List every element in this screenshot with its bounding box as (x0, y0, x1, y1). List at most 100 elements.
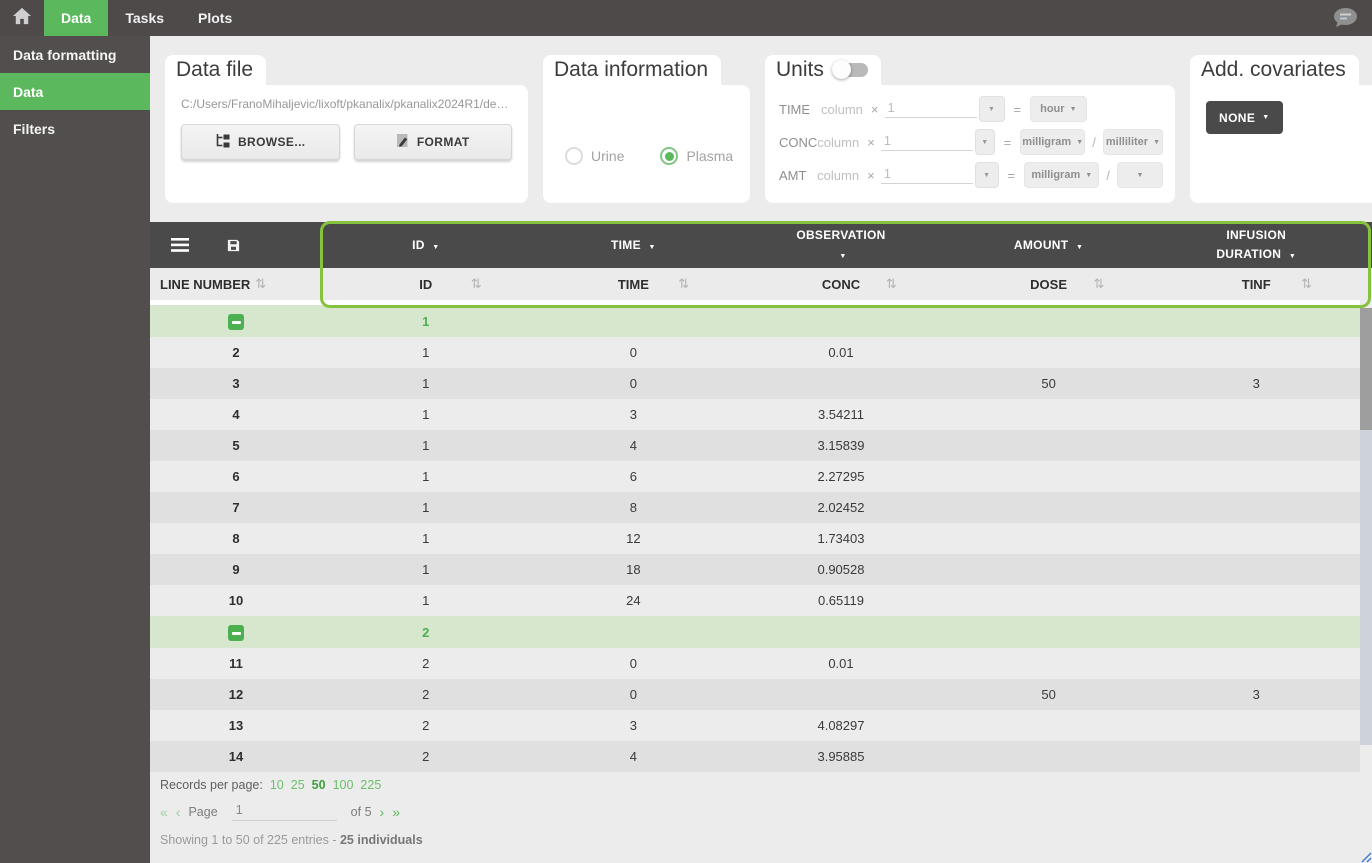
chevron-down-icon: ▼ (1085, 172, 1092, 179)
minus-icon (232, 321, 241, 324)
next-page-button[interactable]: › (380, 804, 385, 820)
tab-data[interactable]: Data (44, 0, 108, 36)
cell-time: 8 (530, 500, 738, 515)
collapse-group-button[interactable] (228, 625, 244, 641)
cell-id: 1 (322, 469, 530, 484)
chevron-down-icon: ▼ (1262, 114, 1269, 121)
records-per-page: Records per page: 10 25 50 100 225 (160, 778, 423, 792)
multiply-sign: × (867, 135, 875, 150)
unit-factor-input[interactable] (881, 166, 973, 184)
sort-icon[interactable]: ⇅ (255, 276, 266, 292)
column-type-dropdown-observation[interactable]: OBSERVATION ▼ (793, 226, 889, 263)
table-footer: Records per page: 102550100225 « ‹ Page … (160, 778, 423, 847)
sort-icon[interactable]: ⇅ (886, 276, 897, 292)
collapse-group-button[interactable] (228, 314, 244, 330)
cell-id: 1 (322, 562, 530, 577)
sort-icon[interactable]: ⇅ (678, 276, 689, 292)
page-size-option-100[interactable]: 100 (333, 778, 354, 792)
page-size-option-10[interactable]: 10 (270, 778, 284, 792)
cell-conc: 3.95885 (737, 749, 945, 764)
subheader-cell-time: TIME ⇅ (530, 268, 738, 300)
cell-id: 1 (322, 345, 530, 360)
tab-plots[interactable]: Plots (181, 0, 249, 36)
showing-entries-text: Showing 1 to 50 of 225 entries - 25 indi… (160, 833, 423, 847)
resize-grip-icon[interactable] (1359, 850, 1372, 863)
tab-tasks[interactable]: Tasks (108, 0, 181, 36)
table-row: 11200.01 (150, 648, 1360, 679)
unit-row-label: AMT (779, 168, 817, 183)
cell-time: 24 (530, 593, 738, 608)
table-menu-icon[interactable] (171, 238, 189, 252)
cell-id: 2 (322, 656, 530, 671)
sort-icon[interactable]: ⇅ (471, 276, 482, 292)
column-label: ID (419, 277, 432, 292)
column-label: LINE NUMBER (160, 277, 250, 292)
covariates-none-dropdown[interactable]: NONE▼ (1206, 101, 1283, 134)
chat-icon[interactable] (1332, 7, 1358, 29)
unit-numerator-dropdown[interactable]: milligram▼ (1020, 129, 1085, 155)
unit-row-label: TIME (779, 102, 821, 117)
chevron-down-icon: ▼ (1289, 253, 1296, 260)
radio-option-plasma[interactable]: Plasma (660, 109, 733, 203)
sidebar-item-data[interactable]: Data (0, 73, 150, 110)
column-label: TIME (618, 277, 649, 292)
sort-icon[interactable]: ⇅ (1093, 276, 1104, 292)
column-type-dropdown-time[interactable]: TIME ▼ (611, 236, 656, 255)
chevron-down-icon: ▼ (988, 106, 995, 113)
equals-sign: = (1008, 168, 1016, 183)
home-button[interactable] (0, 0, 44, 36)
sidebar: Data formattingDataFilters (0, 36, 150, 863)
units-toggle[interactable] (834, 63, 868, 77)
unit-column-dropdown[interactable]: ▼ (975, 129, 995, 155)
cell-conc: 0.90528 (737, 562, 945, 577)
sidebar-item-filters[interactable]: Filters (0, 110, 150, 147)
cell-conc: 0.01 (737, 656, 945, 671)
page-number-input[interactable] (232, 802, 337, 821)
cell-dose: 50 (945, 687, 1153, 702)
unit-denominator-dropdown[interactable]: milliliter▼ (1103, 129, 1163, 155)
covariates-title: Add. covariates (1190, 55, 1359, 85)
browse-button[interactable]: BROWSE... (181, 124, 340, 160)
cell-time: 0 (530, 687, 738, 702)
chevron-down-icon: ▼ (981, 139, 988, 146)
table-row: 5143.15839 (150, 430, 1360, 461)
unit-column-dropdown[interactable]: ▼ (979, 96, 1005, 122)
page-size-option-50[interactable]: 50 (312, 778, 326, 792)
unit-numerator-label: hour (1040, 103, 1064, 115)
slash-separator: / (1092, 135, 1096, 150)
unit-column-dropdown[interactable]: ▼ (975, 162, 999, 188)
unit-numerator-dropdown[interactable]: hour▼ (1030, 96, 1086, 122)
first-page-button[interactable]: « (160, 804, 168, 820)
cell-line-number: 7 (150, 500, 322, 515)
sidebar-item-data-formatting[interactable]: Data formatting (0, 36, 150, 73)
table-rows: 12100.013105034133.542115143.158396162.2… (150, 305, 1372, 772)
cell-conc: 4.08297 (737, 718, 945, 733)
cell-dose: 50 (945, 376, 1153, 391)
save-icon[interactable] (226, 238, 241, 253)
cell-line-number: 13 (150, 718, 322, 733)
unit-factor-input[interactable] (881, 133, 973, 151)
vertical-scrollbar-track[interactable] (1360, 308, 1372, 745)
prev-page-button[interactable]: ‹ (176, 804, 181, 820)
unit-denominator-dropdown[interactable]: ▼ (1117, 162, 1163, 188)
column-type-dropdown-id[interactable]: ID ▼ (412, 236, 439, 255)
sort-icon[interactable]: ⇅ (1301, 276, 1312, 292)
chevron-down-icon: ▼ (1137, 172, 1144, 179)
unit-factor-input[interactable] (885, 100, 977, 118)
vertical-scrollbar-thumb[interactable] (1360, 308, 1372, 430)
page-size-option-225[interactable]: 225 (360, 778, 381, 792)
chevron-down-icon: ▼ (983, 172, 990, 179)
radio-circle-icon (660, 147, 678, 165)
table-row: 6162.27295 (150, 461, 1360, 492)
multiply-sign: × (867, 168, 875, 183)
last-page-button[interactable]: » (392, 804, 400, 820)
column-type-dropdown-infusion-duration[interactable]: INFUSION DURATION ▼ (1208, 226, 1304, 263)
format-button[interactable]: FORMAT (354, 124, 513, 160)
page-size-option-25[interactable]: 25 (291, 778, 305, 792)
cell-conc: 0.65119 (737, 593, 945, 608)
radio-option-urine[interactable]: Urine (565, 109, 624, 203)
records-per-page-label: Records per page: (160, 778, 263, 792)
table-row: 101240.65119 (150, 585, 1360, 616)
unit-numerator-dropdown[interactable]: milligram▼ (1024, 162, 1099, 188)
column-type-dropdown-amount[interactable]: AMOUNT ▼ (1014, 236, 1083, 255)
